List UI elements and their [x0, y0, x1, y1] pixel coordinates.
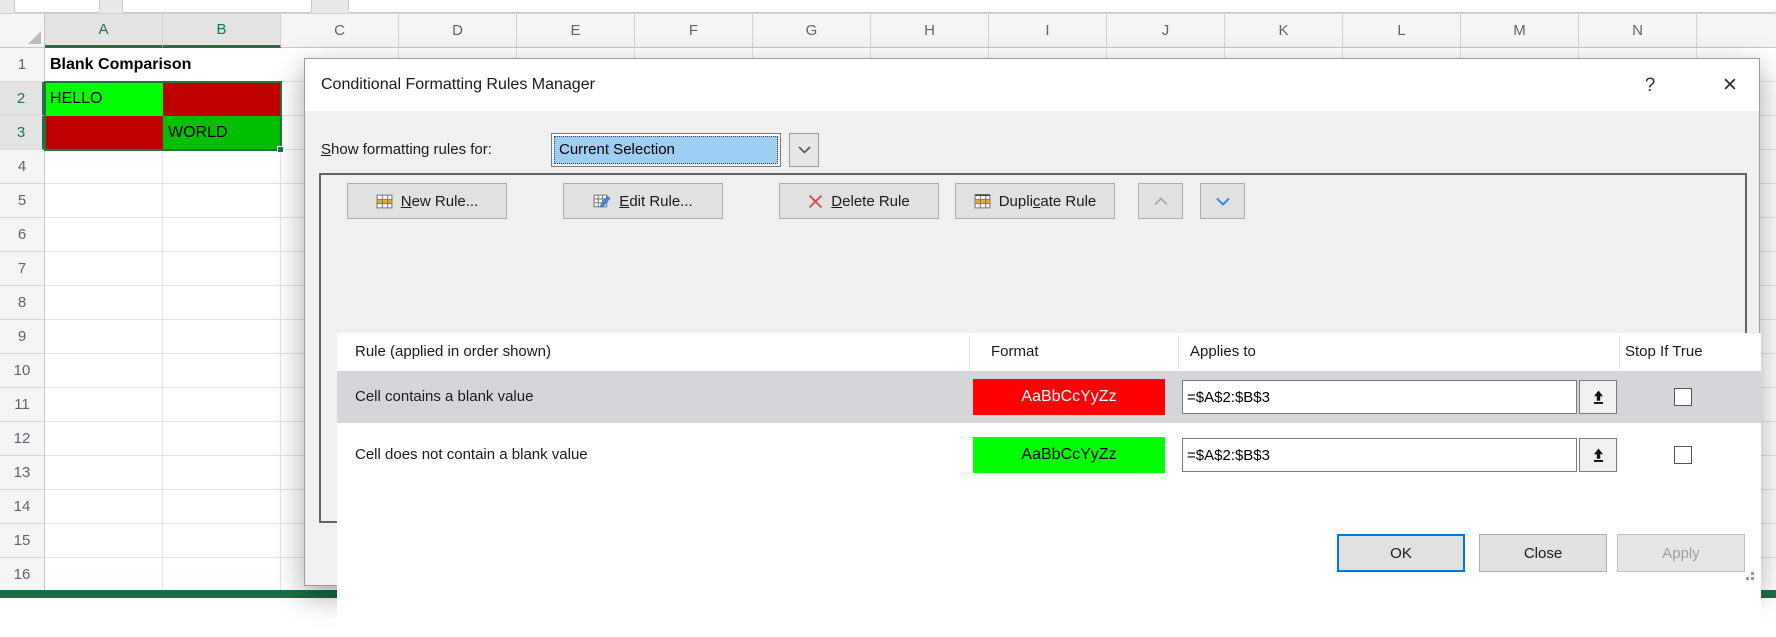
column-header-G[interactable]: G [753, 14, 871, 48]
stop-if-true-checkbox[interactable] [1674, 446, 1692, 464]
delete-x-icon [808, 194, 823, 209]
cell-A3[interactable] [45, 116, 163, 150]
row-header-8[interactable]: 8 [0, 286, 45, 320]
formula-bar-strip [0, 0, 1776, 14]
column-header-M[interactable]: M [1461, 14, 1579, 48]
rule-row-1[interactable]: Cell contains a blank value AaBbCcYyZz [337, 371, 1761, 423]
rule-description: Cell does not contain a blank value [355, 429, 588, 481]
row-header-5[interactable]: 5 [0, 184, 45, 218]
rule-row-2[interactable]: Cell does not contain a blank value AaBb… [337, 429, 1761, 481]
resize-grip[interactable] [1742, 568, 1755, 581]
applies-to-input[interactable] [1182, 438, 1577, 472]
dialog-title: Conditional Formatting Rules Manager [321, 59, 595, 111]
edit-rule-icon [593, 193, 611, 210]
ok-button[interactable]: OK [1337, 534, 1465, 572]
range-picker-button[interactable] [1579, 438, 1617, 472]
cell-B2[interactable] [163, 82, 281, 116]
dialog-title-bar[interactable]: Conditional Formatting Rules Manager ? ✕ [305, 59, 1759, 111]
row-header-1[interactable]: 1 [0, 48, 45, 82]
close-dialog-button[interactable]: ✕ [1714, 69, 1746, 101]
row-header-6[interactable]: 6 [0, 218, 45, 252]
format-preview: AaBbCcYyZz [973, 437, 1165, 473]
show-rules-combobox[interactable]: Current Selection [551, 133, 781, 167]
name-box[interactable] [14, 0, 100, 13]
conditional-formatting-rules-manager-dialog: Conditional Formatting Rules Manager ? ✕… [304, 58, 1760, 586]
row-header-3[interactable]: 3 [0, 116, 45, 150]
move-rule-up-button[interactable] [1138, 183, 1183, 219]
column-header-I[interactable]: I [989, 14, 1107, 48]
range-picker-button[interactable] [1579, 380, 1617, 414]
select-all-corner[interactable] [0, 14, 45, 48]
column-header-C[interactable]: C [281, 14, 399, 48]
cell-A1[interactable]: Blank Comparison [45, 48, 281, 82]
duplicate-rule-button[interactable]: Duplicate Rule [955, 183, 1115, 219]
formula-bar[interactable] [348, 0, 1776, 13]
help-button[interactable]: ? [1634, 69, 1666, 101]
row-header-12[interactable]: 12 [0, 422, 45, 456]
close-button[interactable]: Close [1479, 534, 1607, 572]
edit-rule-label: Edit Rule... [619, 193, 692, 210]
edit-rule-button[interactable]: Edit Rule... [563, 183, 723, 219]
rules-list-header: Rule (applied in order shown) Format App… [337, 333, 1761, 371]
format-column-header: Format [991, 333, 1039, 371]
duplicate-rule-table-icon [974, 193, 991, 210]
column-header-E[interactable]: E [517, 14, 635, 48]
delete-rule-button[interactable]: Delete Rule [779, 183, 939, 219]
rules-frame: New Rule... Edit Rule... Delete Rule Dup… [319, 173, 1747, 523]
delete-rule-label: Delete Rule [831, 193, 909, 210]
move-rule-down-button[interactable] [1200, 183, 1245, 219]
row-header-14[interactable]: 14 [0, 490, 45, 524]
row-header-2[interactable]: 2 [0, 82, 45, 116]
row-header-15[interactable]: 15 [0, 524, 45, 558]
column-header-L[interactable]: L [1343, 14, 1461, 48]
column-header-F[interactable]: F [635, 14, 753, 48]
row-header-13[interactable]: 13 [0, 456, 45, 490]
chevron-down-icon [798, 146, 811, 154]
column-header-N[interactable]: N [1579, 14, 1697, 48]
column-header-K[interactable]: K [1225, 14, 1343, 48]
row-header-4[interactable]: 4 [0, 150, 45, 184]
row-header-strip: 12345678910111213141516 [0, 48, 45, 598]
row-header-16[interactable]: 16 [0, 558, 45, 592]
new-rule-label: New Rule... [401, 193, 479, 210]
show-rules-value: Current Selection [554, 136, 778, 164]
collapse-dialog-icon [1591, 390, 1606, 405]
column-header-A[interactable]: A [45, 14, 163, 48]
new-rule-table-icon [376, 193, 393, 210]
apply-button[interactable]: Apply [1617, 534, 1745, 572]
stop-if-true-checkbox[interactable] [1674, 388, 1692, 406]
rule-description: Cell contains a blank value [355, 371, 533, 423]
format-preview: AaBbCcYyZz [973, 379, 1165, 415]
row-header-9[interactable]: 9 [0, 320, 45, 354]
rules-list: Rule (applied in order shown) Format App… [337, 333, 1761, 637]
cell-A2[interactable]: HELLO [45, 82, 163, 116]
new-rule-button[interactable]: New Rule... [347, 183, 507, 219]
collapse-dialog-icon [1591, 448, 1606, 463]
chevron-up-icon [1154, 197, 1168, 206]
column-header-J[interactable]: J [1107, 14, 1225, 48]
chevron-down-icon [1216, 197, 1230, 206]
applies-to-input[interactable] [1182, 380, 1577, 414]
show-rules-label: Show formatting rules for: [321, 133, 492, 167]
cell-B3[interactable]: WORLD [163, 116, 281, 150]
column-header-strip: ABCDEFGHIJKLMN [0, 14, 1776, 48]
row-header-11[interactable]: 11 [0, 388, 45, 422]
show-rules-dropdown-button[interactable] [789, 133, 819, 167]
column-header-B[interactable]: B [163, 14, 281, 48]
duplicate-rule-label: Duplicate Rule [999, 193, 1097, 210]
row-header-7[interactable]: 7 [0, 252, 45, 286]
stop-column-header: Stop If True [1625, 333, 1703, 371]
insert-function-box[interactable] [122, 0, 312, 13]
column-header-D[interactable]: D [399, 14, 517, 48]
row-header-10[interactable]: 10 [0, 354, 45, 388]
column-header-H[interactable]: H [871, 14, 989, 48]
rule-column-header: Rule (applied in order shown) [355, 333, 551, 371]
applies-column-header: Applies to [1190, 333, 1256, 371]
